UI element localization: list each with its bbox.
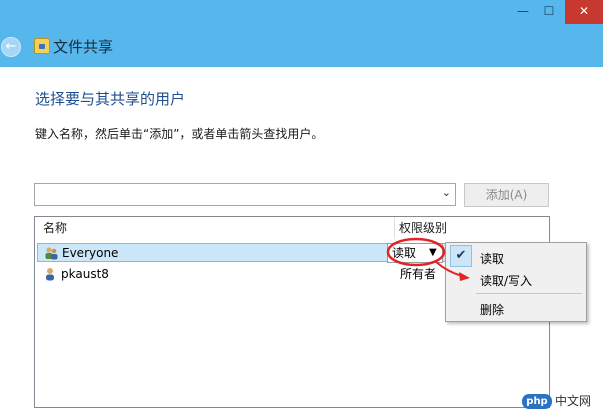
annotation-arrowhead <box>459 272 470 281</box>
watermark: php 中文网 <box>522 392 600 411</box>
annotation-overlay <box>386 237 470 281</box>
annotation-ellipse <box>386 237 446 267</box>
watermark-text: 中文网 <box>555 394 592 408</box>
annotation-arrow <box>435 261 463 277</box>
php-logo: php <box>522 394 552 409</box>
